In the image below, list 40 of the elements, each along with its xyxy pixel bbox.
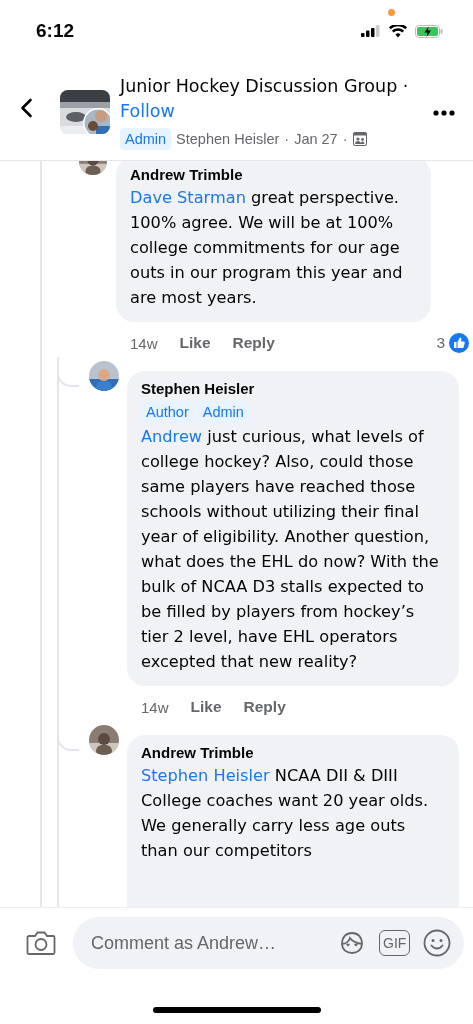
group-audience-icon: [352, 132, 367, 146]
signal-icon: [361, 25, 381, 37]
mention-link[interactable]: Dave Starman: [130, 188, 246, 207]
recording-dot-icon: [388, 9, 395, 16]
gif-button[interactable]: GIF: [379, 930, 411, 956]
role-badge: Admin: [197, 401, 249, 423]
role-badge: Author: [141, 401, 194, 423]
comment-author[interactable]: Andrew Trimble: [130, 165, 417, 185]
follow-link[interactable]: Follow: [120, 101, 175, 121]
post-author[interactable]: Stephen Heisler: [176, 131, 280, 147]
wifi-icon: [389, 24, 407, 38]
battery-icon: [415, 24, 443, 38]
comment-text: Dave Starman great perspective. 100% agree. We will be at 100% college commitments for our age outs in our program this year and are most years.: [130, 187, 404, 309]
reaction-count: 3: [436, 334, 445, 352]
role-badge: Admin: [120, 128, 172, 150]
reply-button[interactable]: Reply: [232, 334, 275, 352]
group-title: Junior Hockey Discussion Group · Follow: [120, 75, 410, 123]
mention-link[interactable]: Andrew: [141, 427, 203, 446]
comment-author[interactable]: Stephen Heisler: [141, 379, 445, 399]
more-options-icon[interactable]: [433, 110, 455, 116]
post-date: Jan 27: [294, 131, 338, 147]
comment-time: 14w: [141, 698, 169, 716]
mention-link[interactable]: Stephen Heisler: [141, 766, 270, 785]
avatar[interactable]: [89, 361, 119, 391]
comment-field[interactable]: Comment as Andrew… GIF: [73, 917, 465, 969]
comment-author[interactable]: Andrew Trimble: [141, 743, 445, 763]
comment-time: 14w: [130, 334, 158, 352]
separator-dot: ·: [284, 131, 290, 147]
like-icon[interactable]: [449, 333, 469, 353]
like-button[interactable]: Like: [190, 698, 222, 716]
avatar[interactable]: [89, 725, 119, 755]
separator-dot: ·: [342, 131, 348, 147]
comment-text: Andrew just curious, what levels of college hockey? Also, could those same players have reached those schools without utilizing their final year of eligibility. Another question, what does the EHL do now? With the bulk of NCAA D3 stalls expected to be filled by players from hockey’s tier 2 level, have EHL operators excepted that new reality?: [141, 426, 440, 673]
emoji-icon[interactable]: [422, 928, 453, 958]
back-icon[interactable]: [20, 98, 33, 118]
like-button[interactable]: Like: [179, 334, 211, 352]
comment-text: Stephen Heisler NCAA DII & DIII College coaches want 20 year olds. We generally carry less age outs than our competitors: [141, 765, 430, 862]
status-time: 6:12: [36, 20, 76, 42]
reply-button[interactable]: Reply: [243, 698, 286, 716]
camera-icon[interactable]: [26, 930, 56, 956]
